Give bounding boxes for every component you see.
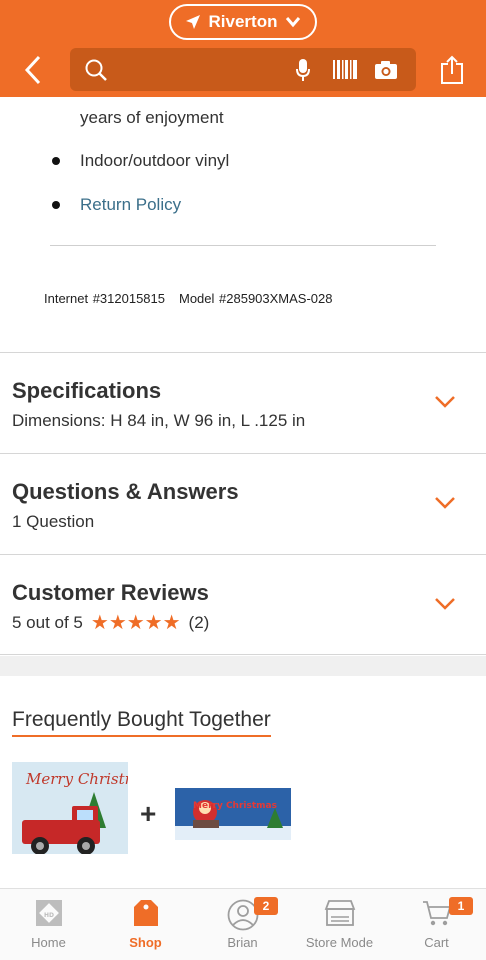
nav-label: Brian: [227, 935, 258, 950]
nav-label: Home: [31, 935, 66, 950]
chevron-down-icon: [435, 497, 455, 509]
search-input[interactable]: [114, 56, 284, 83]
search-icon: [85, 59, 107, 81]
nav-label: Store Mode: [305, 935, 374, 950]
nav-label: Shop: [129, 935, 162, 950]
banner-art-text: Merry Christmas: [193, 801, 277, 811]
bullet-item: Indoor/outdoor vinyl: [52, 151, 229, 171]
bottom-navigation: HD Home Shop 2 Brian Store Mode 1 Cart: [0, 888, 486, 960]
search-bar[interactable]: [70, 48, 416, 91]
divider: [50, 245, 436, 246]
notification-badge: 2: [254, 897, 278, 915]
share-icon: [441, 55, 463, 84]
section-title: Questions & Answers: [12, 479, 239, 504]
home-depot-logo-icon: HD: [35, 900, 62, 926]
share-button[interactable]: [437, 52, 467, 88]
rating-text: 5 out of 5: [12, 613, 83, 632]
bullet-item: Return Policy: [52, 195, 181, 215]
store-location-selector[interactable]: Riverton: [169, 4, 317, 40]
fbt-title: Frequently Bought Together: [12, 708, 271, 737]
location-arrow-icon: [185, 15, 200, 29]
nav-home[interactable]: HD Home: [0, 889, 97, 960]
nav-cart[interactable]: 1 Cart: [388, 889, 485, 960]
nav-shop[interactable]: Shop: [97, 889, 194, 960]
app-header: Riverton: [0, 0, 486, 97]
questions-answers-section[interactable]: Questions & Answers 1 Question: [0, 453, 486, 554]
store-location-label: Riverton: [208, 12, 278, 31]
product-image-santa-banner[interactable]: Merry Christmas: [175, 788, 291, 840]
internet-number: Internet #312015815: [44, 291, 165, 306]
bullet-continuation-text: years of enjoyment: [80, 108, 224, 127]
chevron-down-icon: [435, 598, 455, 610]
svg-text:HD: HD: [43, 912, 53, 919]
chevron-down-icon: [286, 17, 301, 28]
cart-icon: [422, 901, 451, 926]
nav-label: Cart: [424, 935, 449, 950]
store-icon: [324, 900, 355, 926]
review-count: (2): [188, 613, 210, 632]
santa-christmas-art: Merry Christmas: [175, 788, 291, 840]
customer-reviews-section[interactable]: Customer Reviews 5 out of 5 ★★★★★ (2): [0, 554, 486, 655]
chevron-down-icon: [435, 396, 455, 408]
model-number: Model #285903XMAS-028: [179, 291, 333, 306]
microphone-icon[interactable]: [295, 58, 311, 82]
chevron-left-icon: [24, 55, 41, 85]
section-subtitle: Dimensions: H 84 in, W 96 in, L .125 in: [12, 411, 306, 430]
star-rating-icon: ★★★★★: [90, 612, 181, 634]
section-spacer: [0, 656, 486, 676]
section-subtitle: 1 Question: [12, 512, 95, 531]
bullet-dot: [52, 157, 60, 165]
barcode-scan-icon[interactable]: [332, 59, 358, 80]
bullet-dot: [52, 201, 60, 209]
cart-count-badge: 1: [449, 897, 473, 915]
banner-art-text: Merry Christmas: [25, 770, 128, 788]
review-summary: 5 out of 5 ★★★★★ (2): [12, 613, 209, 633]
camera-icon[interactable]: [374, 60, 398, 80]
bullet-text: Indoor/outdoor vinyl: [80, 151, 230, 170]
specifications-section[interactable]: Specifications Dimensions: H 84 in, W 96…: [0, 352, 486, 453]
nav-store-mode[interactable]: Store Mode: [291, 889, 388, 960]
return-policy-link[interactable]: Return Policy: [80, 195, 181, 215]
product-identifiers: Internet #312015815 Model #285903XMAS-028: [44, 291, 333, 306]
back-button[interactable]: [18, 52, 48, 88]
section-title: Customer Reviews: [12, 580, 209, 605]
product-image-truck-banner[interactable]: Merry Christmas: [12, 762, 128, 866]
section-title: Specifications: [12, 378, 162, 403]
plus-sign: +: [140, 798, 157, 829]
shop-tag-icon: [133, 900, 158, 926]
truck-christmas-art: Merry Christmas: [12, 762, 128, 866]
nav-account[interactable]: 2 Brian: [194, 889, 291, 960]
